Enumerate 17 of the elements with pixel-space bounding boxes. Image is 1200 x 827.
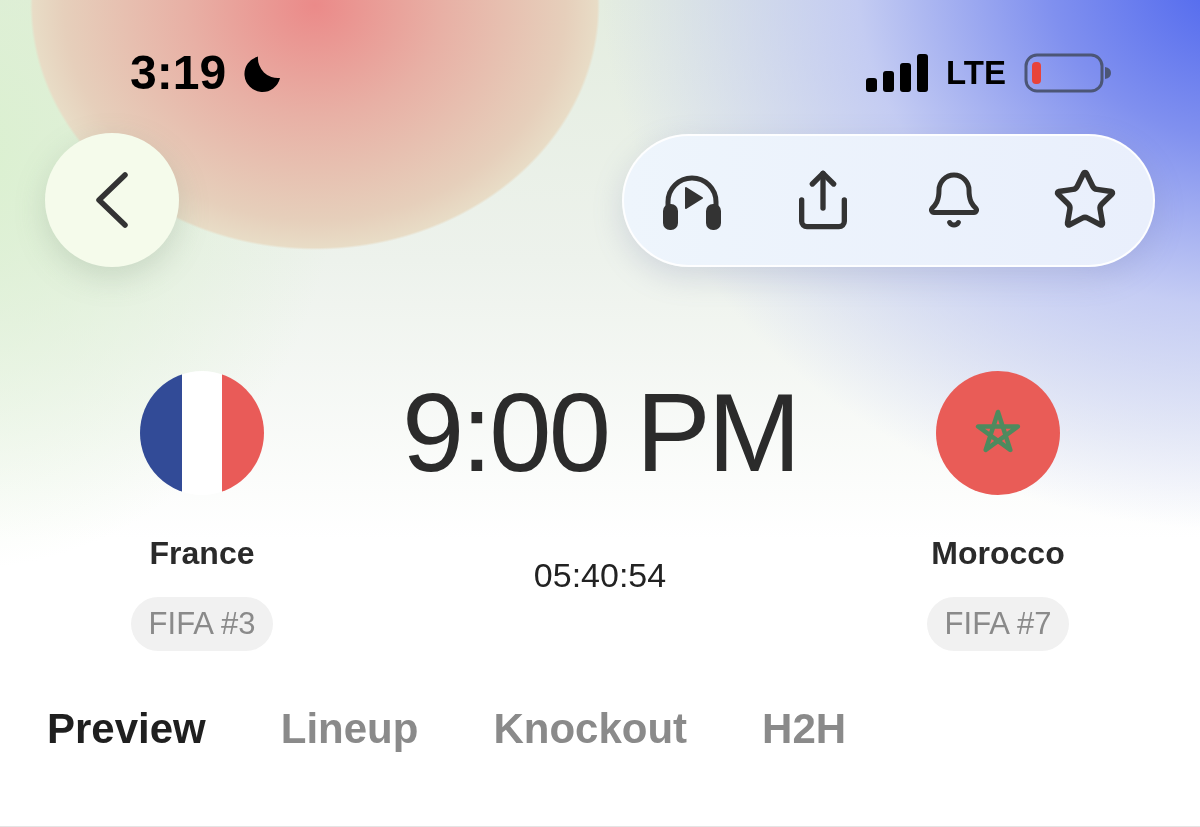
ranking-badge: FIFA #7 xyxy=(926,597,1070,651)
tab[interactable]: Knockout xyxy=(493,704,688,754)
kickoff-time: 9:00 PM xyxy=(401,371,799,495)
countdown-timer: 05:40:54 xyxy=(533,555,667,595)
network-label: LTE xyxy=(946,53,1006,93)
status-time: 3:19 xyxy=(130,45,227,101)
team-name: France xyxy=(149,534,255,572)
tab[interactable]: H2H xyxy=(762,704,847,754)
chevron-left-icon xyxy=(94,171,130,229)
flag-icon xyxy=(140,371,264,495)
tab[interactable]: Lineup xyxy=(280,704,419,754)
team-name: Morocco xyxy=(931,534,1065,572)
tab[interactable]: Preview xyxy=(47,704,206,754)
ranking-badge: FIFA #3 xyxy=(130,597,274,651)
battery-icon xyxy=(1024,53,1112,93)
flag-icon xyxy=(936,371,1060,495)
signal-icon xyxy=(866,54,929,92)
